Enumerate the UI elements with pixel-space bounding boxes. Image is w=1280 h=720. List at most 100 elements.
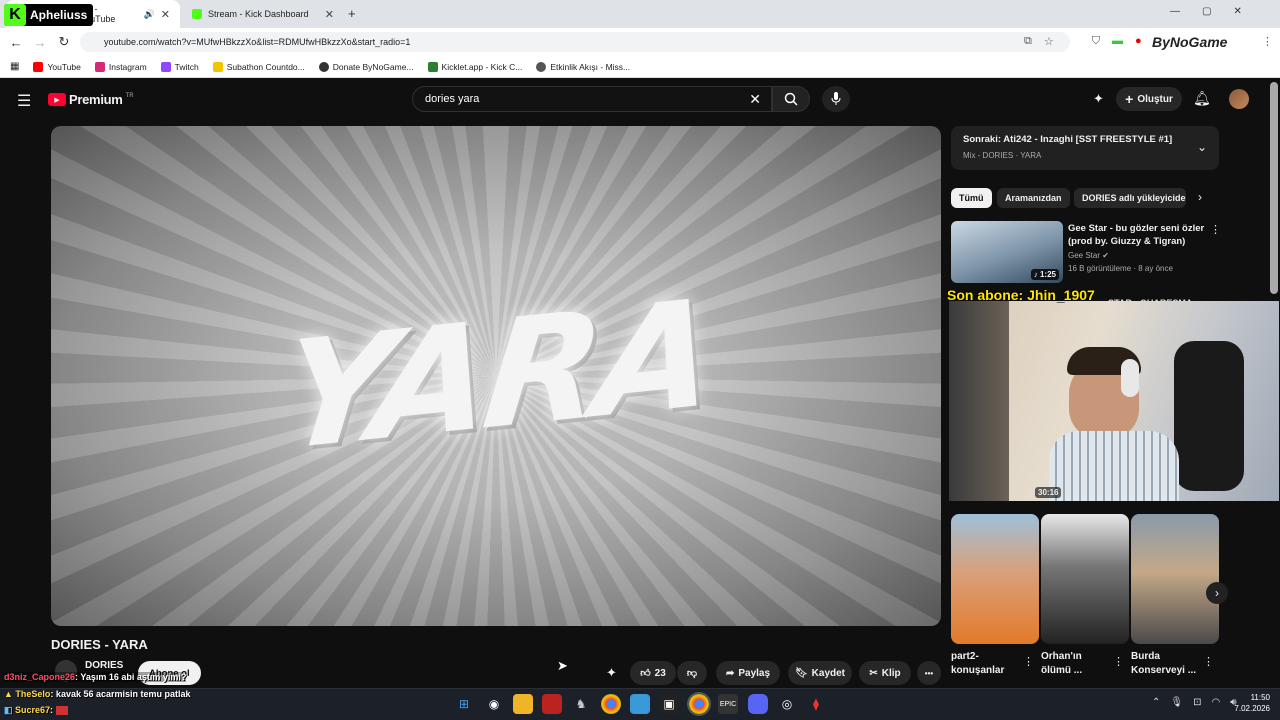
opera-icon[interactable]: ●: [1135, 35, 1142, 48]
obs-icon[interactable]: ◎: [777, 694, 797, 714]
app-icon[interactable]: ▣: [659, 694, 679, 714]
extension-green-icon[interactable]: ▬: [1112, 35, 1123, 48]
next-up-panel[interactable]: Sonraki: Ati242 - Inzaghi [SST FREESTYLE…: [951, 126, 1219, 170]
voice-search-button[interactable]: [822, 86, 850, 112]
short-title[interactable]: part2-konuşanlar: [951, 650, 1017, 678]
bookmark-label: Donate ByNoGame...: [332, 61, 414, 72]
save-button[interactable]: 🔖︎ Kaydet: [788, 661, 852, 685]
forward-icon[interactable]: →: [28, 35, 52, 50]
clear-search-icon[interactable]: ✕: [749, 91, 761, 108]
bookmark-twitch[interactable]: Twitch: [160, 61, 199, 72]
bookmark-star-icon[interactable]: ☆: [1044, 35, 1054, 48]
bookmark-youtube[interactable]: YouTube: [33, 61, 81, 72]
create-label: Oluştur: [1137, 93, 1173, 105]
app-icon[interactable]: ♞: [571, 694, 591, 714]
more-options-icon[interactable]: ⋮: [1023, 655, 1034, 668]
bookmark-donate[interactable]: Donate ByNoGame...: [318, 61, 414, 72]
app-icon[interactable]: [630, 694, 650, 714]
bynogame-logo: ByNoGame: [1152, 34, 1228, 50]
share-button[interactable]: ➦ Paylaş: [716, 661, 780, 685]
channel-name[interactable]: DORIES: [85, 660, 123, 671]
apps-grid-icon[interactable]: ▦: [10, 61, 19, 72]
search-input[interactable]: dories yara ✕: [412, 86, 772, 112]
chrome-icon[interactable]: [601, 694, 621, 714]
close-tab-icon[interactable]: ✕: [325, 8, 334, 21]
avatar[interactable]: [1229, 89, 1249, 109]
chip-from-uploader[interactable]: DORIES adlı yükleyiciden: [1074, 188, 1186, 208]
bookmark-instagram[interactable]: Instagram: [94, 61, 147, 72]
file-explorer-icon[interactable]: [513, 694, 533, 714]
kick-overlay-badge: K Apheliuss: [4, 4, 94, 26]
notifications-bell-icon[interactable]: 🔔︎: [1193, 90, 1211, 107]
chevron-down-icon[interactable]: ⌄: [1197, 140, 1207, 154]
tab-kick-dashboard[interactable]: Stream - Kick Dashboard ✕: [184, 0, 344, 28]
bookmark-subathon[interactable]: Subathon Countdo...: [212, 61, 305, 72]
app-icon[interactable]: [542, 694, 562, 714]
discord-icon[interactable]: [748, 694, 768, 714]
app-icon[interactable]: ⧫: [806, 694, 826, 714]
toolbar-right-icons: ⧉ ☆ ⛉ ▬ ●: [1024, 35, 1142, 48]
chips-next-icon[interactable]: ›: [1198, 190, 1202, 204]
short-thumbnail[interactable]: [1131, 514, 1219, 644]
recommended-thumbnail[interactable]: ♪ 1:25: [951, 221, 1063, 283]
chrome-active-icon[interactable]: [687, 692, 711, 716]
tray-chevron-icon[interactable]: ⌃: [1152, 697, 1160, 708]
windows-start-icon[interactable]: ⊞: [454, 694, 474, 714]
youtube-play-icon: ▶: [48, 93, 66, 106]
reload-icon[interactable]: ↻: [52, 34, 76, 50]
address-bar[interactable]: youtube.com/watch?v=MUfwHBkzzXo&list=RDM…: [80, 32, 1070, 52]
install-icon[interactable]: ⧉: [1024, 35, 1032, 48]
recommended-title[interactable]: Gee Star - bu gözler seni özler (prod by…: [1068, 222, 1208, 248]
more-options-icon[interactable]: ⋮: [1113, 655, 1124, 668]
short-title[interactable]: Orhan'ın ölümü ...: [1041, 650, 1111, 678]
extension-shield-icon[interactable]: ⛉: [1092, 35, 1100, 48]
like-button[interactable]: 👍︎ 23: [630, 661, 676, 685]
short-thumbnail[interactable]: [1041, 514, 1129, 644]
chat-text: : kavak 56 acarmisin temu patlak: [50, 689, 191, 699]
close-window-icon[interactable]: ✕: [1233, 6, 1241, 17]
back-icon[interactable]: ←: [4, 35, 28, 50]
steam-icon[interactable]: ◉: [484, 694, 504, 714]
tray-mic-icon[interactable]: 🎙︎: [1170, 697, 1183, 708]
gaming-chair: [1174, 341, 1244, 491]
ai-sparkle-icon[interactable]: ✦: [1093, 91, 1104, 107]
more-actions-button[interactable]: •••: [917, 661, 941, 685]
bookmark-etkinlik[interactable]: Etkinlik Akışı - Miss...: [536, 61, 630, 72]
ask-ai-icon[interactable]: ✦: [606, 665, 617, 681]
tray-wifi-icon[interactable]: ◠: [1211, 697, 1220, 708]
chat-emote-icon: [55, 706, 68, 716]
youtube-premium-logo[interactable]: ▶ Premium TR: [48, 92, 134, 107]
maximize-icon[interactable]: ▢: [1202, 6, 1211, 17]
chip-all[interactable]: Tümü: [951, 188, 992, 208]
chat-message: ◧ Sucre67:: [4, 705, 68, 716]
bookmark-kicklet[interactable]: Kicklet.app - Kick C...: [427, 61, 522, 72]
close-tab-icon[interactable]: ✕: [161, 8, 170, 21]
browser-menu-icon[interactable]: ⋮: [1262, 35, 1273, 48]
window-controls: — ▢ ✕: [1170, 6, 1242, 17]
create-button[interactable]: + Oluştur: [1116, 87, 1182, 111]
new-tab-button[interactable]: +: [348, 6, 356, 21]
hamburger-menu-icon[interactable]: ☰: [17, 91, 31, 111]
duration-label: 1:25: [1039, 270, 1056, 279]
search-icon: [784, 92, 798, 106]
dislike-button[interactable]: 👎︎: [677, 661, 707, 685]
short-thumbnail[interactable]: [951, 514, 1039, 644]
chat-username: d3niz_Capone26: [4, 672, 76, 682]
recommended-channel[interactable]: Gee Star ✔: [1068, 251, 1109, 260]
search-button[interactable]: [772, 86, 810, 112]
clip-button[interactable]: ✂ Klip: [859, 661, 911, 685]
scrollbar[interactable]: [1270, 82, 1278, 294]
chip-from-search[interactable]: Aramanızdan: [997, 188, 1070, 208]
minimize-icon[interactable]: —: [1170, 6, 1180, 17]
taskbar-clock[interactable]: 11:50 7.02.2026: [1230, 692, 1270, 714]
save-label: Kaydet: [811, 667, 846, 679]
tray-network-icon[interactable]: ⊡: [1193, 697, 1201, 708]
shorts-next-button[interactable]: ›: [1206, 582, 1228, 604]
epic-games-icon[interactable]: EPIC: [718, 694, 738, 714]
more-options-icon[interactable]: ⋮: [1203, 655, 1214, 668]
youtube-icon: [33, 61, 44, 72]
short-title[interactable]: Burda Konserveyi ...: [1131, 650, 1203, 678]
more-options-icon[interactable]: ⋮: [1210, 223, 1221, 236]
video-player[interactable]: YARA: [51, 126, 941, 626]
clock-time: 11:50: [1250, 693, 1270, 702]
